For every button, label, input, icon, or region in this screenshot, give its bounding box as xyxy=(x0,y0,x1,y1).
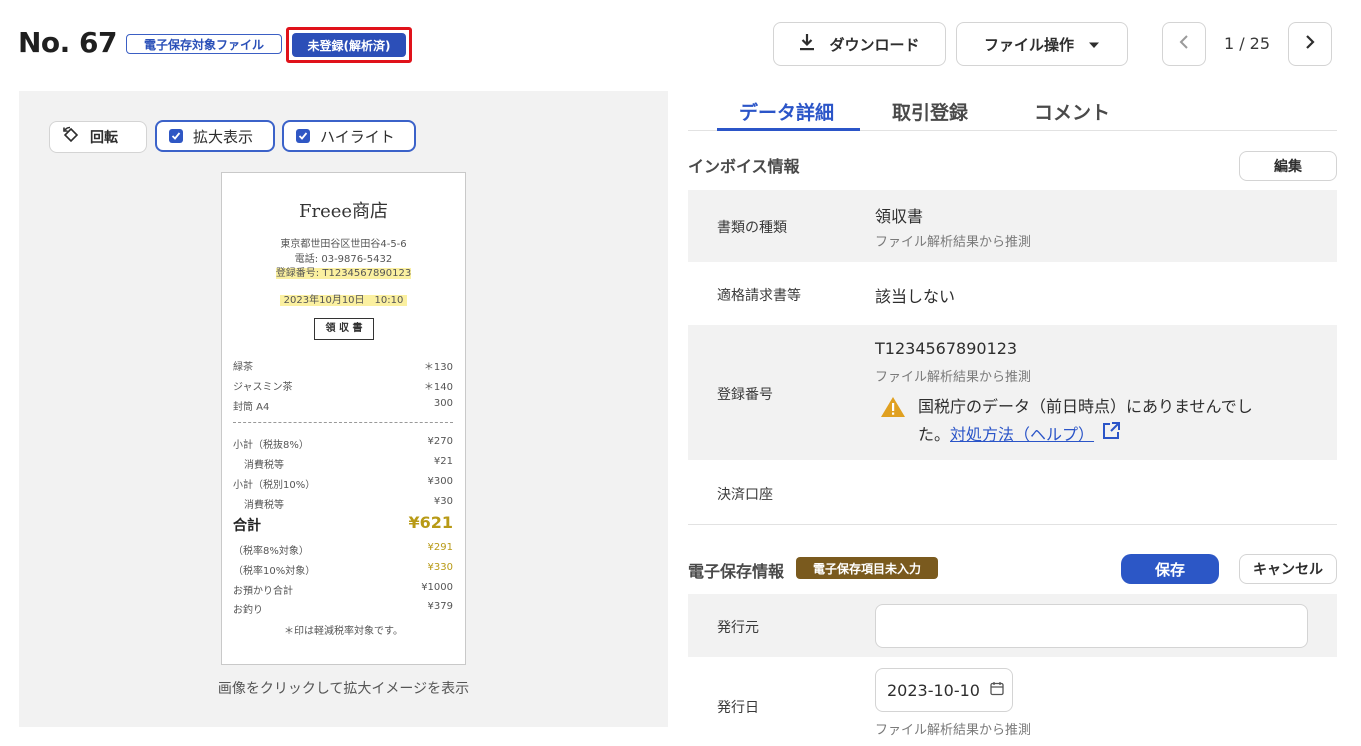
receipt-item-price: ＊130 xyxy=(423,362,453,373)
receipt-item-name: 緑茶 xyxy=(233,362,253,373)
receipt-item-name: ジャスミン茶 xyxy=(233,382,293,393)
cancel-button[interactable]: キャンセル xyxy=(1239,554,1337,584)
receipt-tax10: ¥30 xyxy=(433,496,453,507)
rotate-label: 回転 xyxy=(90,130,118,146)
zoom-view-toggle[interactable]: 拡大表示 xyxy=(155,120,275,152)
chevron-right-icon xyxy=(1305,34,1315,54)
receipt-datetime: 2023年10月10日 10:10 xyxy=(279,295,408,306)
active-tab-indicator xyxy=(717,128,860,131)
receipt-registration-number: 登録番号: T1234567890123 xyxy=(275,268,412,279)
receipt-paid-label: お預かり合計 xyxy=(233,586,293,597)
receipt-phone: 電話: 03-9876-5432 xyxy=(294,254,393,265)
payment-account-label: 決済口座 xyxy=(717,487,773,503)
doc-type-label: 書類の種類 xyxy=(717,220,787,236)
receipt-subtotal8-label: 小計（税抜8%） xyxy=(233,440,309,451)
page-indicator: 1 / 25 xyxy=(1223,34,1271,53)
rotate-icon xyxy=(62,126,80,148)
receipt-tax8: ¥21 xyxy=(433,456,453,467)
receipt-total: ¥621 xyxy=(408,513,453,532)
highlight-label: ハイライト xyxy=(320,127,395,146)
download-button[interactable]: ダウンロード xyxy=(773,22,946,66)
registration-warning-line1: 国税庁のデータ（前日時点）にありませんでし xyxy=(918,397,1253,416)
receipt-image[interactable]: Freee商店 東京都世田谷区世田谷4-5-6 電話: 03-9876-5432… xyxy=(221,172,466,665)
receipt-shop-name: Freee商店 xyxy=(298,201,389,222)
doc-type-value: 領収書 xyxy=(875,207,924,226)
file-operations-dropdown[interactable]: ファイル操作 xyxy=(956,22,1128,66)
next-page-button[interactable] xyxy=(1288,22,1332,66)
receipt-address: 東京都世田谷区世田谷4-5-6 xyxy=(280,239,407,250)
registration-number-label: 登録番号 xyxy=(717,387,773,403)
receipt-change: ¥379 xyxy=(427,601,453,612)
warning-icon xyxy=(880,396,906,422)
doc-type-hint: ファイル解析結果から推測 xyxy=(875,235,1032,250)
qualified-invoice-value: 該当しない xyxy=(875,287,956,306)
chevron-left-icon xyxy=(1179,34,1189,54)
issue-date-input[interactable]: 2023-10-10 xyxy=(875,668,1013,712)
tab-comment[interactable]: コメント xyxy=(1034,98,1110,125)
save-button[interactable]: 保存 xyxy=(1121,554,1219,584)
receipt-note: ＊印は軽減税率対象です。 xyxy=(284,626,403,637)
receipt-item-price: ＊140 xyxy=(423,382,453,393)
external-link-icon[interactable] xyxy=(1101,421,1121,450)
previous-page-button[interactable] xyxy=(1162,22,1206,66)
receipt-item-price: 300 xyxy=(433,398,453,409)
highlight-toggle[interactable]: ハイライト xyxy=(282,120,416,152)
invoice-section-title: インボイス情報 xyxy=(688,157,800,176)
receipt-date-row: 2023年10月10日 10:10 xyxy=(222,291,465,306)
tab-transaction-registration[interactable]: 取引登録 xyxy=(892,98,968,125)
calendar-icon[interactable] xyxy=(990,681,1004,700)
registration-warning-prefix: た。 xyxy=(918,425,951,444)
edit-button[interactable]: 編集 xyxy=(1239,151,1337,181)
receipt-item-name: 封筒 A4 xyxy=(233,402,270,413)
issuer-input[interactable] xyxy=(875,604,1308,648)
receipt-rate10: ¥330 xyxy=(427,562,453,573)
receipt-stamp: 領 収 書 xyxy=(314,318,374,340)
help-link[interactable]: 対処方法（ヘルプ） xyxy=(950,425,1094,444)
receipt-subtotal10: ¥300 xyxy=(427,476,453,487)
receipt-rate8: ¥291 xyxy=(427,542,453,553)
issuer-label: 発行元 xyxy=(717,620,759,636)
checkbox-checked-icon xyxy=(296,129,310,143)
registration-number-hint: ファイル解析結果から推測 xyxy=(875,370,1032,385)
caret-down-icon xyxy=(1088,35,1100,53)
electronic-storage-badge: 電子保存対象ファイル xyxy=(126,34,282,54)
download-label: ダウンロード xyxy=(829,35,920,54)
estorage-section-title: 電子保存情報 xyxy=(688,562,785,581)
section-divider xyxy=(688,524,1337,525)
receipt-rate10-label: （税率10%対象） xyxy=(233,566,316,577)
receipt-tax10-label: 消費税等 xyxy=(244,500,284,511)
preview-caption: 画像をクリックして拡大イメージを表示 xyxy=(217,681,470,697)
registration-number-value: T1234567890123 xyxy=(875,339,1018,358)
estorage-missing-badge: 電子保存項目未入力 xyxy=(796,557,938,579)
qualified-invoice-label: 適格請求書等 xyxy=(717,288,801,304)
receipt-total-label: 合計 xyxy=(233,518,261,534)
receipt-subtotal8: ¥270 xyxy=(427,436,453,447)
receipt-divider xyxy=(233,422,453,423)
rotate-button[interactable]: 回転 xyxy=(49,121,147,153)
receipt-tax8-label: 消費税等 xyxy=(244,460,284,471)
zoom-view-label: 拡大表示 xyxy=(193,127,254,146)
issue-date-hint: ファイル解析結果から推測 xyxy=(875,723,1032,738)
unregistered-status-badge: 未登録(解析済) xyxy=(292,33,406,57)
receipt-change-label: お釣り xyxy=(233,605,263,616)
issue-date-value: 2023-10-10 xyxy=(887,680,980,700)
receipt-paid: ¥1000 xyxy=(421,582,453,593)
file-operations-label: ファイル操作 xyxy=(983,35,1074,54)
issue-date-label: 発行日 xyxy=(717,700,759,716)
registration-warning-line2: た。対処方法（ヘルプ） xyxy=(918,421,1121,450)
download-icon xyxy=(799,33,815,55)
receipt-subtotal10-label: 小計（税別10%） xyxy=(233,480,316,491)
tab-data-detail[interactable]: データ詳細 xyxy=(739,98,834,125)
document-number: No. 67 xyxy=(18,26,118,59)
receipt-reg-row: 登録番号: T1234567890123 xyxy=(222,264,465,279)
checkbox-checked-icon xyxy=(169,129,183,143)
receipt-rate8-label: （税率8%対象） xyxy=(233,546,309,557)
